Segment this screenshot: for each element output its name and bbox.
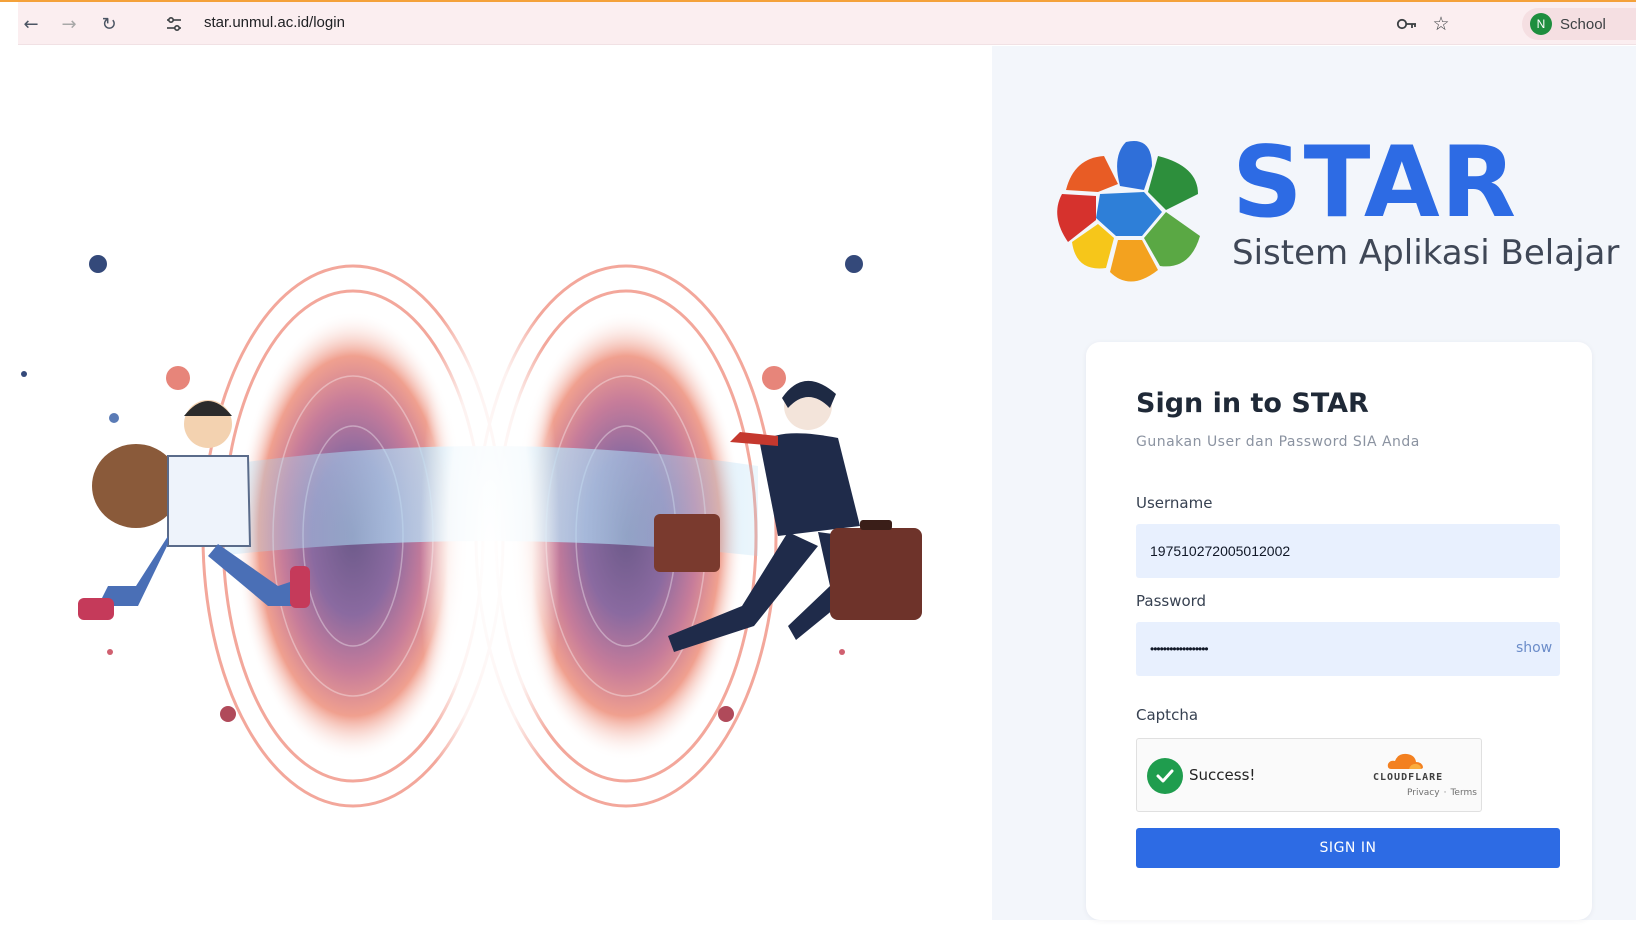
link-separator: · bbox=[1443, 788, 1447, 798]
app-logo-subtitle: Sistem Aplikasi Belajar bbox=[1232, 233, 1620, 273]
captcha-widget[interactable]: Success! CLOUDFLARE Privacy · Terms bbox=[1136, 738, 1482, 812]
privacy-link[interactable]: Privacy bbox=[1407, 788, 1440, 798]
app-logo-title: STAR bbox=[1232, 126, 1518, 240]
browser-toolbar: ← → ↻ star.unmul.ac.id/login ☆ N School bbox=[18, 2, 1636, 45]
bookmark-star-icon[interactable]: ☆ bbox=[1428, 11, 1454, 37]
page-title: Sign in to STAR bbox=[1136, 388, 1369, 419]
captcha-label: Captcha bbox=[1136, 706, 1199, 724]
cloudflare-logo: CLOUDFLARE bbox=[1373, 772, 1444, 783]
forward-arrow-icon[interactable]: → bbox=[56, 11, 82, 37]
username-label: Username bbox=[1136, 494, 1213, 512]
username-field[interactable] bbox=[1136, 524, 1560, 578]
back-arrow-icon[interactable]: ← bbox=[18, 11, 44, 37]
login-card: Sign in to STAR Gunakan User dan Passwor… bbox=[1086, 342, 1592, 920]
show-password-toggle[interactable]: show bbox=[1516, 640, 1552, 656]
captcha-status: Success! bbox=[1189, 766, 1256, 784]
terms-link[interactable]: Terms bbox=[1450, 788, 1477, 798]
cloudflare-cloud-icon bbox=[1387, 753, 1423, 769]
page-subtitle: Gunakan User dan Password SIA Anda bbox=[1136, 434, 1420, 450]
star-puzzle-logo-icon bbox=[1057, 141, 1200, 282]
sign-in-button[interactable]: SIGN IN bbox=[1136, 828, 1560, 868]
portal-runners-illustration bbox=[21, 226, 922, 886]
profile-name: School bbox=[1560, 15, 1606, 33]
avatar: N bbox=[1530, 13, 1552, 35]
hero-illustration-panel bbox=[18, 46, 992, 920]
site-settings-icon[interactable] bbox=[162, 12, 186, 36]
password-key-icon[interactable] bbox=[1394, 11, 1420, 37]
captcha-links: Privacy · Terms bbox=[1407, 788, 1477, 798]
login-panel: STAR Sistem Aplikasi Belajar Sign in to … bbox=[992, 46, 1636, 920]
password-field[interactable] bbox=[1136, 622, 1560, 676]
profile-button[interactable]: N School bbox=[1522, 8, 1636, 40]
success-check-icon bbox=[1147, 758, 1183, 794]
address-bar[interactable]: star.unmul.ac.id/login bbox=[204, 14, 345, 31]
reload-icon[interactable]: ↻ bbox=[96, 11, 122, 37]
password-label: Password bbox=[1136, 592, 1207, 610]
